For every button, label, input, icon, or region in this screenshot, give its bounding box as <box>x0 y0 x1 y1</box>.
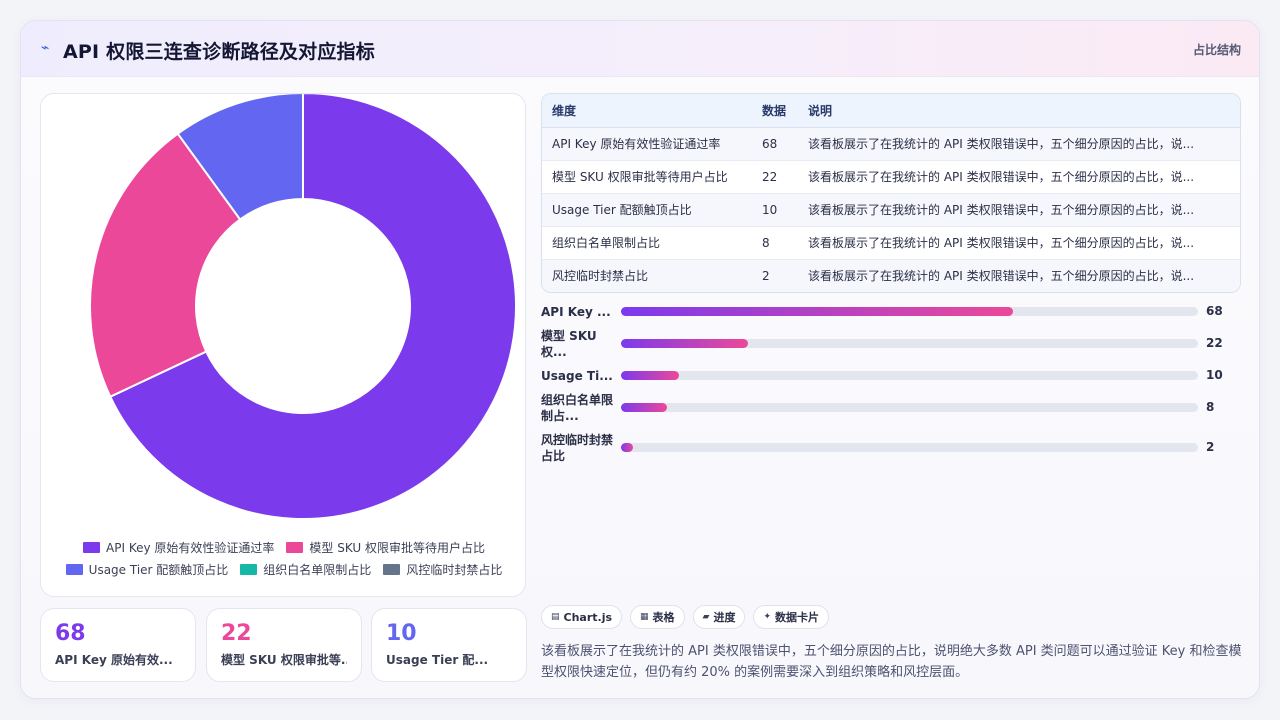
progress-track <box>621 371 1198 380</box>
progress-value: 22 <box>1206 336 1223 350</box>
progress-value: 10 <box>1206 368 1223 382</box>
page-title: API 权限三连查诊断路径及对应指标 <box>63 41 375 63</box>
cell-description: 该看板展示了在我统计的 API 类权限错误中，五个细分原因的占比，说... <box>798 160 1240 194</box>
cell-dimension: 风控临时封禁占比 <box>542 259 752 292</box>
table-row[interactable]: 风控临时封禁占比 2 该看板展示了在我统计的 API 类权限错误中，五个细分原因… <box>542 259 1240 292</box>
table-icon: ▦ <box>640 612 649 622</box>
table-row[interactable]: Usage Tier 配额触顶占比 10 该看板展示了在我统计的 API 类权限… <box>542 193 1240 227</box>
chip-label: 数据卡片 <box>775 611 820 624</box>
column-header-description[interactable]: 说明 <box>798 94 1240 128</box>
progress-fill <box>621 339 748 348</box>
dashboard-header: ⌁ API 权限三连查诊断路径及对应指标 占比结构 <box>21 21 1259 77</box>
legend-label: 组织白名单限制占比 <box>263 562 372 577</box>
legend-row-1: API Key 原始有效性验证通过率 模型 SKU 权限审批等待用户占比 <box>41 536 527 558</box>
kpi-label: Usage Tier 配... <box>386 653 489 667</box>
progress-value: 2 <box>1206 440 1215 454</box>
cell-dimension: API Key 原始有效性验证通过率 <box>542 127 752 161</box>
column-header-dimension[interactable]: 维度 <box>542 94 752 128</box>
chip-data-cards[interactable]: ✦ 数据卡片 <box>753 605 830 629</box>
cell-value: 22 <box>752 160 798 194</box>
kpi-card-model-sku: 22 模型 SKU 权限审批等... <box>206 608 362 682</box>
progress-row: 风控临时封禁占比 2 <box>541 432 1241 466</box>
progress-track <box>621 403 1198 412</box>
chip-progress[interactable]: ▰ 进度 <box>692 605 746 629</box>
data-table: 维度 数据 说明 API Key 原始有效性验证通过率 68 该看板展示了在我统… <box>541 93 1241 293</box>
table-header-row: 维度 数据 说明 <box>542 94 1240 128</box>
tag-chips: ▤ Chart.js ▦ 表格 ▰ 进度 ✦ 数据卡片 <box>541 605 830 629</box>
kpi-label: 模型 SKU 权限审批等... <box>221 653 347 667</box>
progress-label: Usage Ti... <box>541 369 613 383</box>
legend-swatch <box>240 563 258 575</box>
cell-dimension: Usage Tier 配额触顶占比 <box>542 193 752 227</box>
progress-icon: ▰ <box>702 612 710 622</box>
cell-description: 该看板展示了在我统计的 API 类权限错误中，五个细分原因的占比，说... <box>798 259 1240 292</box>
donut-chart <box>89 94 517 520</box>
column-header-value[interactable]: 数据 <box>752 94 798 128</box>
kpi-label: API Key 原始有效... <box>55 653 173 667</box>
legend-swatch <box>286 541 304 553</box>
chip-label: Chart.js <box>563 610 613 624</box>
kpi-value: 10 <box>386 621 417 646</box>
legend-label: 模型 SKU 权限审批等待用户占比 <box>309 540 485 555</box>
legend-item-risk-ban[interactable]: 风控临时封禁占比 <box>383 561 502 578</box>
chart-legend: API Key 原始有效性验证通过率 模型 SKU 权限审批等待用户占比 Usa… <box>41 536 527 580</box>
progress-value: 68 <box>1206 304 1223 318</box>
dashboard-card: ⌁ API 权限三连查诊断路径及对应指标 占比结构 API Key 原始有效性验… <box>20 20 1260 699</box>
cell-value: 10 <box>752 193 798 227</box>
summary-text: 该看板展示了在我统计的 API 类权限错误中，五个细分原因的占比，说明绝大多数 … <box>541 644 1242 680</box>
chip-label: 进度 <box>713 611 736 624</box>
progress-track <box>621 443 1198 452</box>
chip-chartjs[interactable]: ▤ Chart.js <box>541 605 623 629</box>
legend-row-2: Usage Tier 配额触顶占比 组织白名单限制占比 风控临时封禁占比 <box>41 558 527 580</box>
legend-swatch <box>83 541 101 553</box>
cell-value: 2 <box>752 259 798 292</box>
legend-label: API Key 原始有效性验证通过率 <box>106 540 275 555</box>
progress-track <box>621 339 1198 348</box>
chip-label: 表格 <box>652 611 675 624</box>
sparkline-icon: ⌁ <box>41 40 50 56</box>
legend-item-usage-tier[interactable]: Usage Tier 配额触顶占比 <box>65 561 229 578</box>
progress-track <box>621 307 1198 316</box>
progress-label: 模型 SKU 权... <box>541 329 597 359</box>
progress-fill <box>621 371 679 380</box>
cell-description: 该看板展示了在我统计的 API 类权限错误中，五个细分原因的占比，说... <box>798 193 1240 227</box>
progress-fill <box>621 403 668 412</box>
progress-fill <box>621 443 633 452</box>
chip-table[interactable]: ▦ 表格 <box>630 605 685 629</box>
legend-item-api-key[interactable]: API Key 原始有效性验证通过率 <box>83 539 274 556</box>
cell-dimension: 组织白名单限制占比 <box>542 226 752 260</box>
legend-swatch <box>383 563 401 575</box>
cell-value: 8 <box>752 226 798 260</box>
legend-label: Usage Tier 配额触顶占比 <box>88 562 229 577</box>
cell-description: 该看板展示了在我统计的 API 类权限错误中，五个细分原因的占比，说... <box>798 226 1240 260</box>
progress-label: API Key ... <box>541 305 611 319</box>
table-row[interactable]: 模型 SKU 权限审批等待用户占比 22 该看板展示了在我统计的 API 类权限… <box>542 160 1240 194</box>
legend-label: 风控临时封禁占比 <box>406 562 503 577</box>
legend-item-model-sku[interactable]: 模型 SKU 权限审批等待用户占比 <box>286 539 485 556</box>
cell-dimension: 模型 SKU 权限审批等待用户占比 <box>542 160 752 194</box>
progress-label: 风控临时封禁占比 <box>541 433 614 463</box>
cell-description: 该看板展示了在我统计的 API 类权限错误中，五个细分原因的占比，说... <box>798 127 1240 161</box>
sparkle-icon: ✦ <box>763 612 772 622</box>
table-row[interactable]: 组织白名单限制占比 8 该看板展示了在我统计的 API 类权限错误中，五个细分原… <box>542 226 1240 260</box>
kpi-card-api-key: 68 API Key 原始有效... <box>40 608 196 682</box>
kpi-card-usage-tier: 10 Usage Tier 配... <box>371 608 527 682</box>
table-row[interactable]: API Key 原始有效性验证通过率 68 该看板展示了在我统计的 API 类权… <box>542 127 1240 161</box>
legend-swatch <box>65 563 83 575</box>
progress-value: 8 <box>1206 400 1215 414</box>
legend-item-whitelist[interactable]: 组织白名单限制占比 <box>240 561 371 578</box>
donut-chart-panel: API Key 原始有效性验证通过率 模型 SKU 权限审批等待用户占比 Usa… <box>40 93 526 597</box>
progress-label: 组织白名单限制占... <box>541 393 614 423</box>
cell-value: 68 <box>752 127 798 161</box>
section-label: 占比结构 <box>1192 43 1241 57</box>
kpi-value: 22 <box>221 621 252 646</box>
progress-row: 组织白名单限制占... 8 <box>541 391 1241 425</box>
chart-icon: ▤ <box>551 612 560 622</box>
kpi-value: 68 <box>55 621 86 646</box>
progress-row: 模型 SKU 权... 22 <box>541 327 1241 361</box>
progress-fill <box>621 307 1014 316</box>
